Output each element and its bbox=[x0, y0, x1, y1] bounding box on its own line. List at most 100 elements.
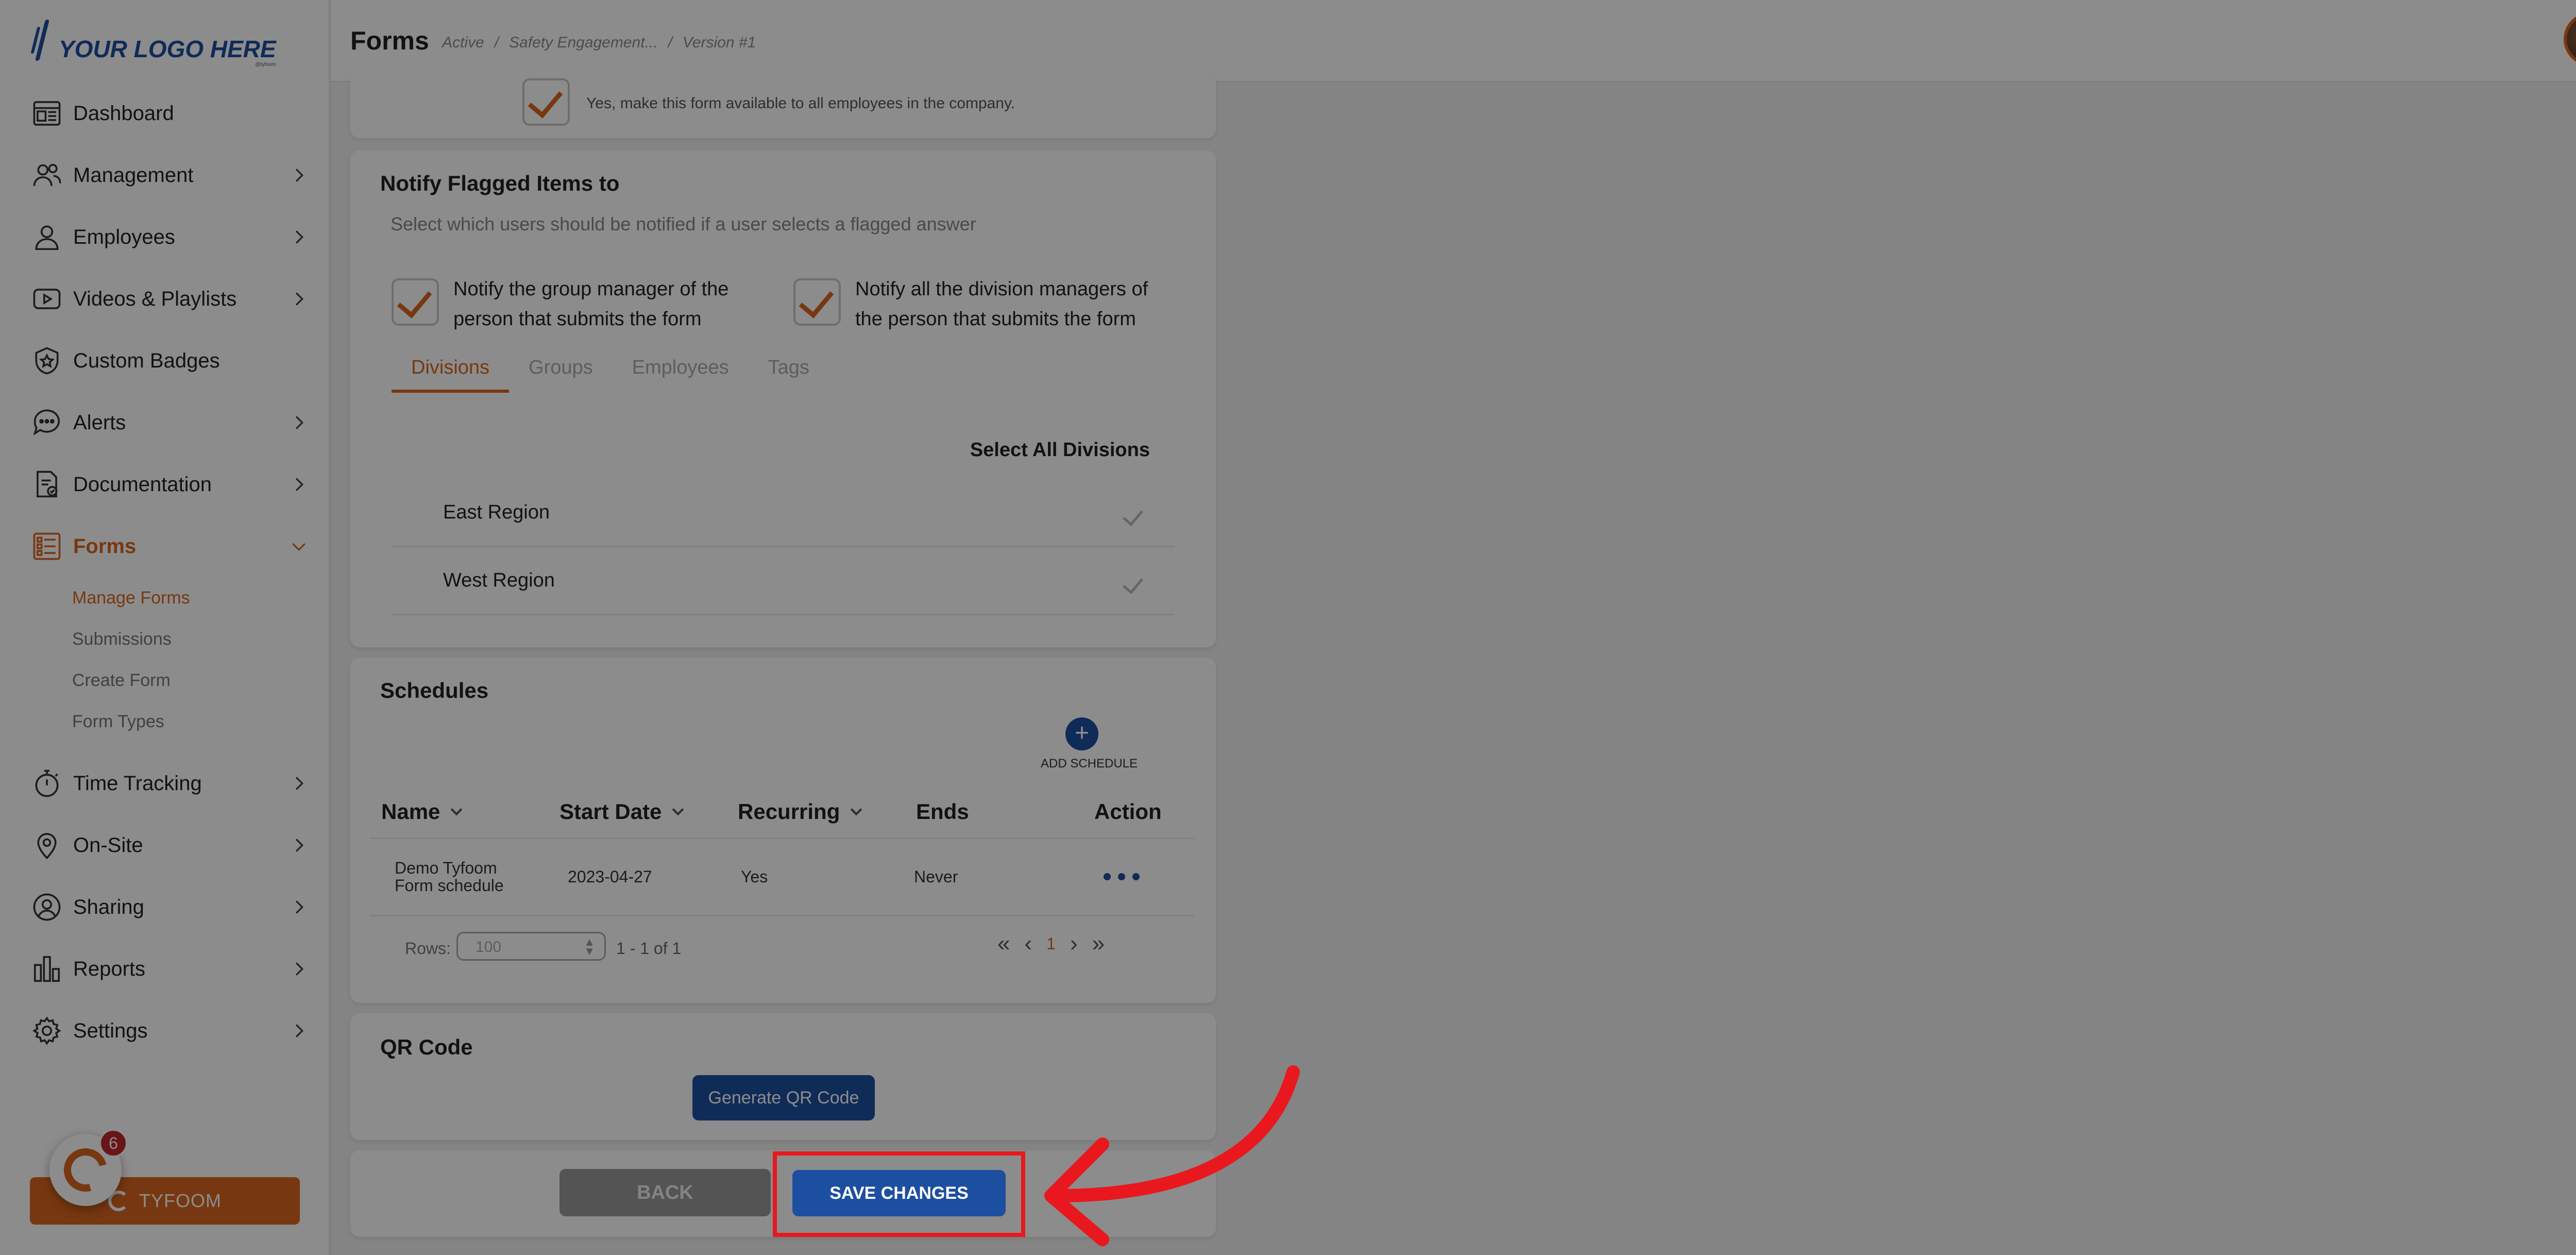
sidebar-item-videos-playlists[interactable]: Videos & Playlists bbox=[0, 268, 331, 330]
division-name: West Region bbox=[443, 570, 555, 591]
first-page-icon[interactable]: « bbox=[997, 931, 1010, 957]
option-line: person that submits the form bbox=[453, 308, 702, 330]
breadcrumb-separator: / bbox=[494, 34, 499, 51]
sidebar-item-dashboard[interactable]: Dashboard bbox=[0, 82, 331, 144]
schedules-card: Schedules + ADD SCHEDULE Name Start Date… bbox=[350, 658, 1216, 1003]
breadcrumb-separator: / bbox=[668, 34, 672, 51]
availability-checkbox[interactable] bbox=[522, 78, 570, 126]
cell-action bbox=[1083, 837, 1194, 916]
employees-icon bbox=[30, 220, 64, 254]
chevron-right-icon bbox=[295, 962, 304, 976]
rows-per-page-select[interactable]: 100 ▲ ▼ bbox=[456, 932, 606, 961]
company-logo[interactable]: YOUR LOGO HERE @tyfoom bbox=[34, 20, 276, 68]
column-header-label: Recurring bbox=[738, 799, 840, 824]
sidebar-item-label: Settings bbox=[73, 1019, 148, 1042]
check-icon bbox=[1123, 505, 1143, 526]
logo-subtext: @tyfoom bbox=[255, 62, 276, 68]
sidebar-item-forms[interactable]: Forms bbox=[0, 515, 331, 577]
chevron-right-icon bbox=[295, 230, 304, 244]
sidebar-item-documentation[interactable]: Documentation bbox=[0, 454, 331, 515]
notify-group-manager-checkbox[interactable] bbox=[392, 278, 439, 326]
column-header-name[interactable]: Name bbox=[370, 787, 548, 838]
pagination: « ‹ 1 › » bbox=[997, 931, 1105, 957]
sidebar-item-sharing[interactable]: Sharing bbox=[0, 876, 331, 938]
chevron-right-icon bbox=[295, 1024, 304, 1038]
stopwatch-icon bbox=[30, 766, 64, 800]
sidebar-item-management[interactable]: Management bbox=[0, 144, 331, 206]
sidebar-item-label: Alerts bbox=[73, 411, 126, 434]
column-header-label: Action bbox=[1094, 799, 1162, 824]
tab-tags[interactable]: Tags bbox=[749, 357, 829, 393]
subnav-create-form[interactable]: Create Form bbox=[72, 660, 331, 701]
notify-division-managers-checkbox[interactable] bbox=[793, 278, 841, 326]
qr-code-title: QR Code bbox=[380, 1035, 473, 1059]
sort-chevron-icon bbox=[451, 804, 463, 816]
sidebar-item-on-site[interactable]: On-Site bbox=[0, 814, 331, 876]
page-title: Forms bbox=[350, 26, 429, 55]
alerts-icon bbox=[30, 406, 64, 440]
breadcrumb-item[interactable]: Safety Engagement... bbox=[509, 34, 658, 52]
prev-page-icon[interactable]: ‹ bbox=[1024, 931, 1032, 957]
sidebar-item-label: Time Tracking bbox=[73, 772, 202, 795]
breadcrumb-item[interactable]: Active bbox=[442, 34, 484, 52]
logo-text: YOUR LOGO HERE bbox=[59, 36, 276, 62]
sharing-icon bbox=[30, 890, 64, 924]
chevron-right-icon bbox=[295, 478, 304, 491]
notify-title: Notify Flagged Items to bbox=[380, 171, 620, 195]
back-button[interactable]: BACK bbox=[560, 1169, 771, 1216]
last-page-icon[interactable]: » bbox=[1092, 931, 1105, 957]
table-row: Demo Tyfoom Form schedule 2023-04-27 Yes … bbox=[370, 837, 1194, 916]
logo-mark-icon bbox=[34, 20, 49, 61]
column-header-start-date[interactable]: Start Date bbox=[548, 787, 726, 838]
tab-divisions[interactable]: Divisions bbox=[392, 357, 510, 393]
main-content: Yes, make this form available to all emp… bbox=[331, 72, 2576, 1255]
cell-name-line: Form schedule bbox=[395, 876, 504, 895]
subnav-submissions[interactable]: Submissions bbox=[72, 618, 331, 660]
more-actions-icon[interactable] bbox=[1104, 873, 1194, 880]
division-name: East Region bbox=[443, 501, 550, 523]
chevron-down-icon bbox=[292, 543, 306, 551]
next-page-icon[interactable]: › bbox=[1070, 931, 1078, 957]
column-header-ends: Ends bbox=[905, 787, 1083, 838]
column-header-label: Start Date bbox=[560, 799, 662, 824]
division-row[interactable]: East Region bbox=[392, 479, 1175, 547]
cell-name-line: Demo Tyfoom bbox=[395, 859, 497, 877]
pagination-range: 1 - 1 of 1 bbox=[616, 939, 682, 958]
tyfoom-label: TYFOOM bbox=[139, 1190, 222, 1211]
sidebar-item-alerts[interactable]: Alerts bbox=[0, 392, 331, 454]
chevron-right-icon bbox=[295, 169, 304, 182]
top-header: Forms Active / Safety Engagement... / Ve… bbox=[331, 0, 2576, 82]
cell-name: Demo Tyfoom Form schedule bbox=[370, 837, 548, 916]
current-page[interactable]: 1 bbox=[1046, 934, 1056, 953]
cell-start-date: 2023-04-27 bbox=[548, 837, 726, 916]
sidebar-item-employees[interactable]: Employees bbox=[0, 206, 331, 268]
sidebar-item-reports[interactable]: Reports bbox=[0, 938, 331, 1000]
column-header-label: Ends bbox=[916, 799, 969, 824]
check-icon bbox=[1123, 573, 1143, 594]
column-header-recurring[interactable]: Recurring bbox=[726, 787, 905, 838]
sidebar-item-time-tracking[interactable]: Time Tracking bbox=[0, 752, 331, 814]
subnav-form-types[interactable]: Form Types bbox=[72, 701, 331, 742]
add-schedule-label: ADD SCHEDULE bbox=[1041, 757, 1138, 771]
plus-icon: + bbox=[1065, 717, 1098, 750]
select-all-divisions-link[interactable]: Select All Divisions bbox=[970, 439, 1150, 461]
notify-division-managers-label: Notify all the division managers of the … bbox=[855, 274, 1148, 334]
sidebar-item-label: Reports bbox=[73, 957, 146, 980]
tab-employees[interactable]: Employees bbox=[613, 357, 749, 393]
sort-chevron-icon bbox=[672, 804, 684, 816]
notify-tabs: Divisions Groups Employees Tags bbox=[392, 357, 829, 393]
location-pin-icon bbox=[30, 828, 64, 862]
sidebar-item-custom-badges[interactable]: Custom Badges bbox=[0, 330, 331, 392]
documentation-icon bbox=[30, 467, 64, 501]
add-schedule-button[interactable]: + ADD SCHEDULE bbox=[1041, 717, 1138, 771]
sidebar-item-settings[interactable]: Settings bbox=[0, 1000, 331, 1062]
video-icon bbox=[30, 282, 64, 316]
subnav-manage-forms[interactable]: Manage Forms bbox=[72, 577, 331, 618]
breadcrumb: Active / Safety Engagement... / Version … bbox=[442, 34, 756, 52]
generate-qr-code-button[interactable]: Generate QR Code bbox=[692, 1075, 875, 1120]
sidebar-nav: Dashboard Management Employees Videos & … bbox=[0, 82, 331, 1062]
division-row[interactable]: West Region bbox=[392, 547, 1175, 615]
chevron-right-icon bbox=[295, 900, 304, 914]
tab-groups[interactable]: Groups bbox=[509, 357, 613, 393]
avatar[interactable] bbox=[2564, 12, 2576, 66]
